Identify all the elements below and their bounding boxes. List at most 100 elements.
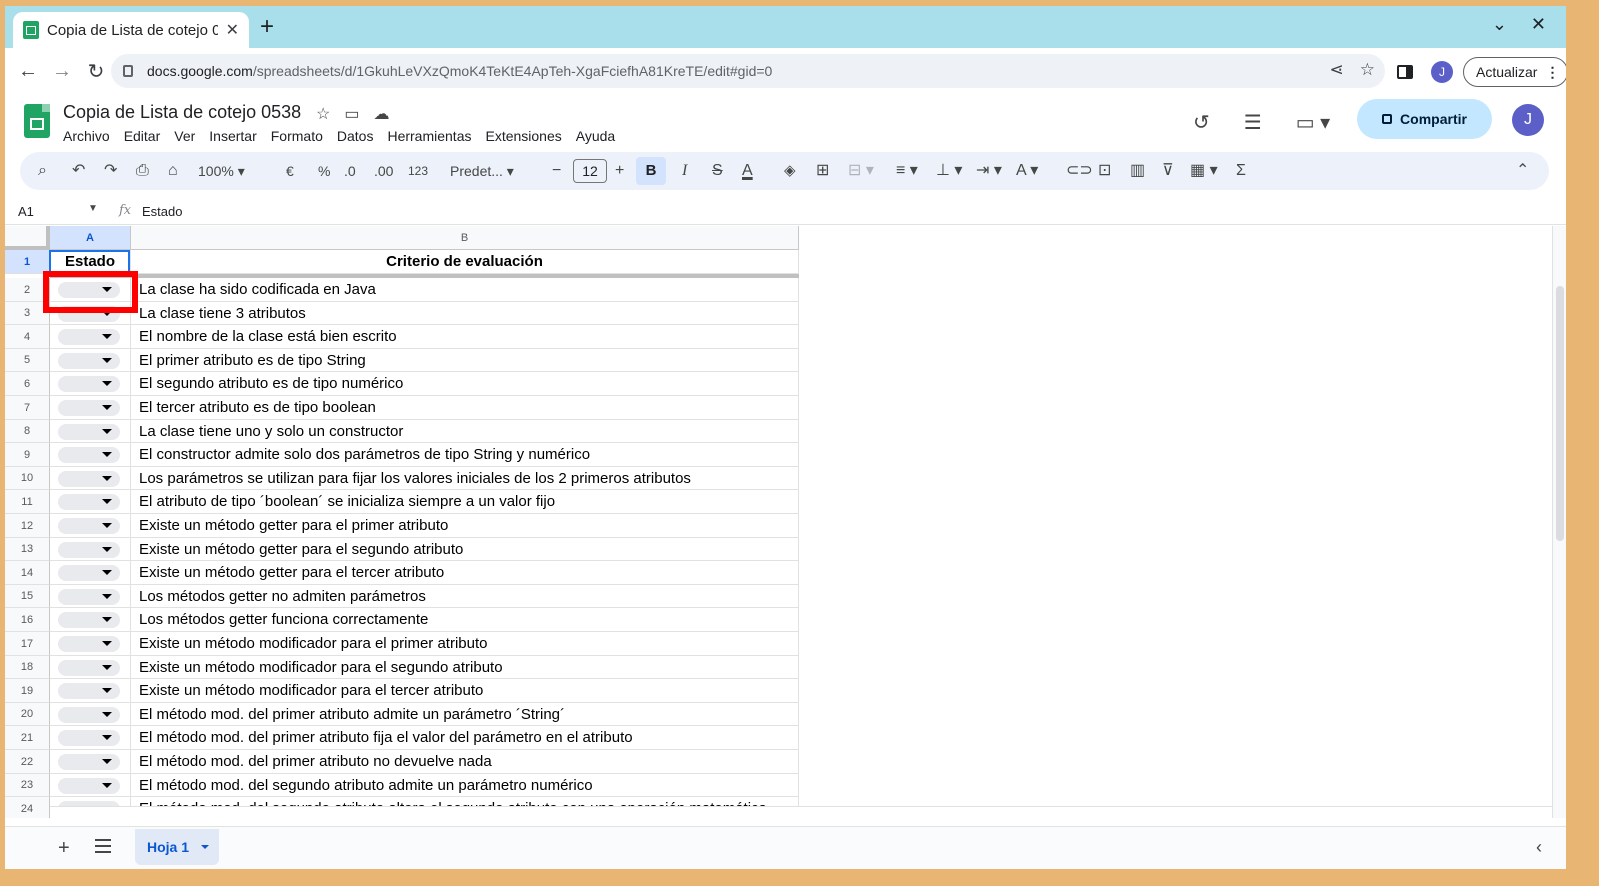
row-header[interactable]: 19 bbox=[5, 679, 50, 703]
estado-cell[interactable] bbox=[50, 538, 131, 561]
dropdown-caret-icon[interactable] bbox=[102, 688, 112, 693]
insert-link-icon[interactable]: ⊂⊃ bbox=[1066, 152, 1093, 190]
redo-icon[interactable]: ↷ bbox=[104, 152, 117, 190]
select-all-corner[interactable] bbox=[5, 226, 50, 250]
reload-icon[interactable]: ↻ bbox=[81, 59, 111, 84]
criterio-cell[interactable]: El constructor admite solo dos parámetro… bbox=[131, 443, 799, 467]
zoom-select[interactable]: 100% ▾ bbox=[198, 152, 245, 190]
forward-icon[interactable]: → bbox=[47, 60, 77, 83]
tab-search-icon[interactable]: ⌄ bbox=[1492, 14, 1507, 35]
estado-cell[interactable] bbox=[50, 585, 131, 608]
strikethrough-icon[interactable]: S bbox=[712, 152, 723, 190]
estado-cell[interactable] bbox=[50, 372, 131, 396]
estado-cell[interactable] bbox=[50, 490, 131, 514]
fill-color-icon[interactable]: ◈ bbox=[784, 152, 796, 190]
address-bar[interactable]: docs.google.com/spreadsheets/d/1GkuhLeVX… bbox=[111, 54, 1385, 88]
side-panel-icon[interactable] bbox=[1397, 65, 1413, 79]
row-header[interactable]: 11 bbox=[5, 490, 50, 514]
dropdown-caret-icon[interactable] bbox=[102, 735, 112, 740]
row-header[interactable]: 15 bbox=[5, 585, 50, 608]
text-wrapping-icon[interactable]: ⇥ ▾ bbox=[976, 152, 1002, 190]
font-select[interactable]: Predet... ▾ bbox=[450, 152, 514, 190]
percent-format-button[interactable]: % bbox=[318, 152, 330, 190]
header-cell-criterio[interactable]: Criterio de evaluación bbox=[131, 250, 799, 274]
criterio-cell[interactable]: El atributo de tipo ´boolean´ se inicial… bbox=[131, 490, 799, 514]
criterio-cell[interactable]: Los parámetros se utilizan para fijar lo… bbox=[131, 467, 799, 490]
row-header[interactable]: 7 bbox=[5, 396, 50, 420]
dropdown-caret-icon[interactable] bbox=[102, 570, 112, 575]
row-header[interactable]: 4 bbox=[5, 325, 50, 349]
row-header[interactable]: 22 bbox=[5, 750, 50, 774]
number-format-button[interactable]: 123 bbox=[408, 152, 428, 190]
increase-decimal-button[interactable]: .00 bbox=[374, 152, 393, 190]
criterio-cell[interactable]: Existe un método modificador para el pri… bbox=[131, 632, 799, 656]
name-box[interactable]: A1 bbox=[18, 204, 34, 219]
status-dropdown-chip[interactable] bbox=[58, 424, 120, 440]
vertical-scrollbar[interactable] bbox=[1552, 226, 1566, 818]
move-folder-icon[interactable]: ▭ bbox=[344, 104, 359, 124]
estado-cell[interactable] bbox=[50, 396, 131, 420]
status-dropdown-chip[interactable] bbox=[58, 471, 120, 487]
share-page-icon[interactable]: ⋖ bbox=[1330, 60, 1344, 80]
meet-icon[interactable]: ▭ ▾ bbox=[1296, 110, 1331, 135]
estado-cell[interactable] bbox=[50, 703, 131, 726]
row-header[interactable]: 8 bbox=[5, 420, 50, 443]
menu-insertar[interactable]: Insertar bbox=[209, 128, 256, 144]
row-header[interactable]: 13 bbox=[5, 538, 50, 561]
close-tab-icon[interactable]: ✕ bbox=[226, 20, 239, 40]
criterio-cell[interactable]: El método mod. del primer atributo admit… bbox=[131, 703, 799, 726]
account-avatar[interactable]: J bbox=[1512, 104, 1544, 136]
back-icon[interactable]: ← bbox=[13, 60, 43, 83]
criterio-cell[interactable]: El nombre de la clase está bien escrito bbox=[131, 325, 799, 349]
dropdown-caret-icon[interactable] bbox=[102, 381, 112, 386]
text-rotation-icon[interactable]: A ▾ bbox=[1016, 152, 1038, 190]
comments-icon[interactable]: ☰ bbox=[1244, 110, 1262, 135]
estado-cell[interactable] bbox=[50, 608, 131, 632]
cloud-status-icon[interactable]: ☁ bbox=[373, 104, 389, 124]
dropdown-caret-icon[interactable] bbox=[102, 358, 112, 363]
criterio-cell[interactable]: El método mod. del segundo atributo admi… bbox=[131, 774, 799, 797]
dropdown-caret-icon[interactable] bbox=[102, 499, 112, 504]
row-header[interactable]: 23 bbox=[5, 774, 50, 797]
dropdown-caret-icon[interactable] bbox=[102, 759, 112, 764]
menu-ayuda[interactable]: Ayuda bbox=[576, 128, 615, 144]
criterio-cell[interactable]: El tercer atributo es de tipo boolean bbox=[131, 396, 799, 420]
dropdown-caret-icon[interactable] bbox=[102, 547, 112, 552]
new-tab-icon[interactable]: + bbox=[260, 15, 274, 39]
column-header-b[interactable]: B bbox=[131, 226, 799, 250]
all-sheets-icon[interactable] bbox=[95, 839, 111, 853]
row-header[interactable]: 18 bbox=[5, 656, 50, 679]
criterio-cell[interactable]: Existe un método getter para el primer a… bbox=[131, 514, 799, 538]
dropdown-caret-icon[interactable] bbox=[102, 641, 112, 646]
menu-formato[interactable]: Formato bbox=[271, 128, 323, 144]
estado-cell[interactable] bbox=[50, 774, 131, 797]
estado-cell[interactable] bbox=[50, 726, 131, 750]
dropdown-caret-icon[interactable] bbox=[102, 712, 112, 717]
decrease-font-size-icon[interactable]: − bbox=[552, 152, 561, 190]
search-menus-icon[interactable]: ⌕ bbox=[38, 152, 47, 190]
status-dropdown-chip[interactable] bbox=[58, 376, 120, 392]
criterio-cell[interactable]: Los métodos getter funciona correctament… bbox=[131, 608, 799, 632]
criterio-cell[interactable]: El método mod. del primer atributo no de… bbox=[131, 750, 799, 774]
horizontal-scrollbar[interactable] bbox=[50, 806, 1552, 818]
status-dropdown-chip[interactable] bbox=[58, 353, 120, 369]
criterio-cell[interactable]: Existe un método modificador para el seg… bbox=[131, 656, 799, 679]
estado-cell[interactable] bbox=[50, 679, 131, 703]
italic-button[interactable]: I bbox=[682, 152, 687, 190]
insert-chart-icon[interactable]: ▥ bbox=[1130, 152, 1145, 190]
formula-input[interactable]: Estado bbox=[142, 204, 182, 219]
sheets-logo-icon[interactable] bbox=[24, 104, 50, 138]
dropdown-caret-icon[interactable] bbox=[102, 405, 112, 410]
column-header-a[interactable]: A bbox=[50, 226, 131, 250]
row-header[interactable]: 10 bbox=[5, 467, 50, 490]
dropdown-caret-icon[interactable] bbox=[102, 476, 112, 481]
status-dropdown-chip[interactable] bbox=[58, 400, 120, 416]
status-dropdown-chip[interactable] bbox=[58, 707, 120, 723]
criterio-cell[interactable]: Existe un método getter para el segundo … bbox=[131, 538, 799, 561]
dropdown-caret-icon[interactable] bbox=[102, 523, 112, 528]
status-dropdown-chip[interactable] bbox=[58, 778, 120, 794]
font-size-input[interactable]: 12 bbox=[573, 159, 607, 183]
criterio-cell[interactable]: El método mod. del primer atributo fija … bbox=[131, 726, 799, 750]
version-history-icon[interactable]: ↺ bbox=[1193, 110, 1210, 135]
merge-cells-icon[interactable]: ⊟ ▾ bbox=[848, 152, 874, 190]
